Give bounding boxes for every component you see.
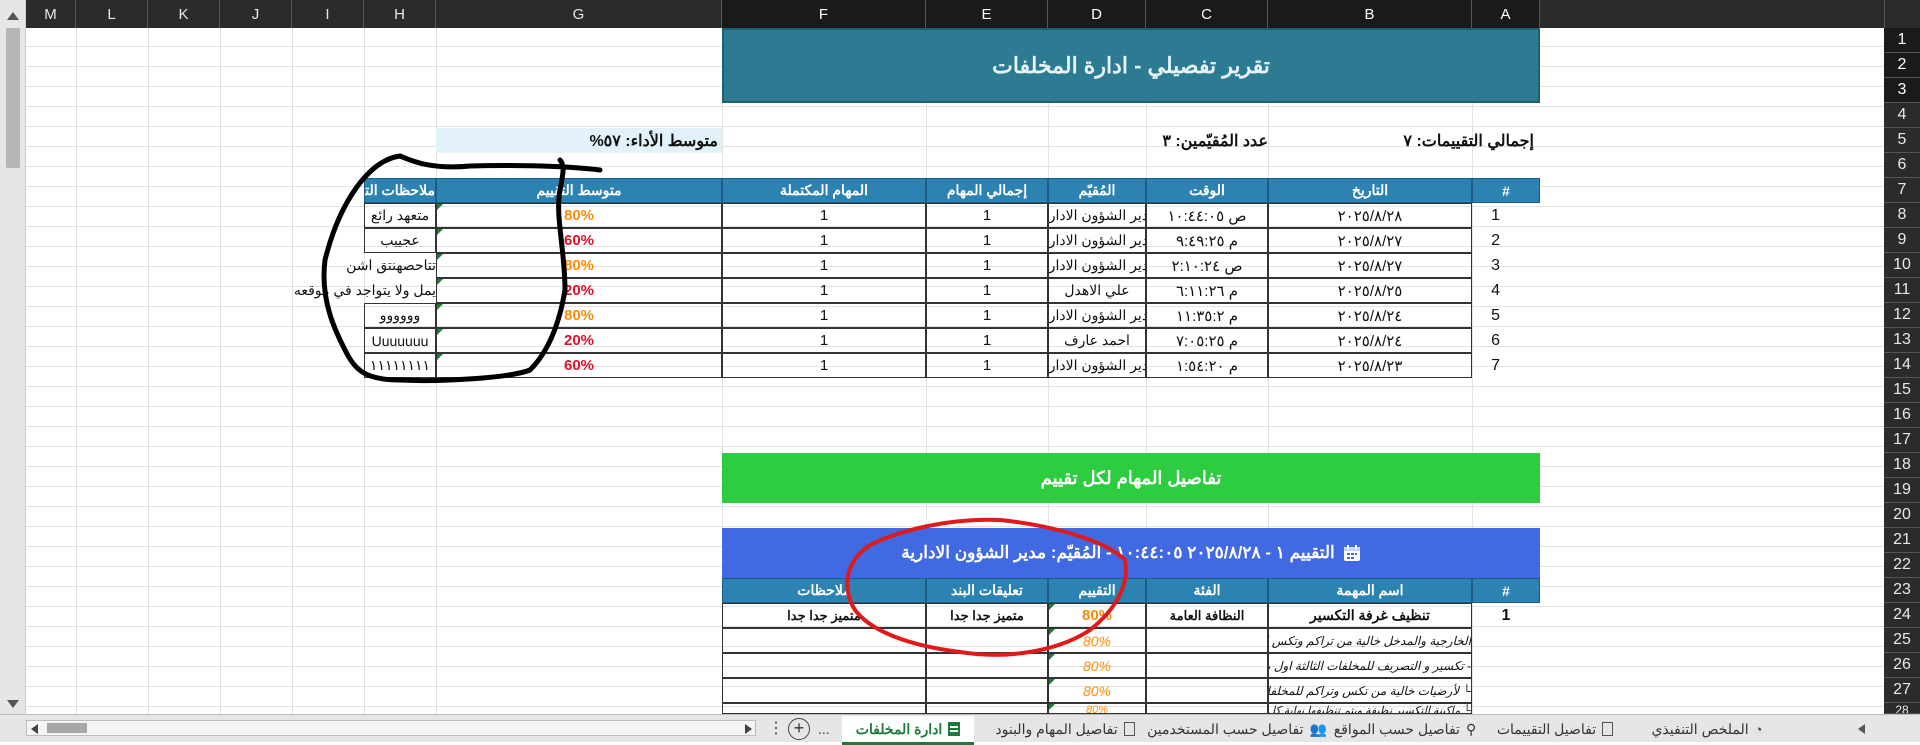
more-options-icon[interactable]: ⋮ — [768, 720, 784, 738]
horizontal-scrollbar[interactable] — [26, 720, 756, 736]
document-icon — [1123, 722, 1135, 736]
sheet-tab-label: الملخص التنفيذي — [1651, 720, 1749, 737]
sheet-tab-by-users[interactable]: تفاصيل حسب المستخدمين 👥 — [1147, 716, 1327, 742]
sheet-tab-active[interactable]: ادارة المخلفات — [842, 716, 974, 745]
scroll-left-arrow-icon[interactable] — [31, 724, 38, 734]
tabs-scroll-left-icon[interactable] — [1858, 724, 1865, 734]
add-sheet-button[interactable]: + — [788, 718, 810, 740]
tab-overflow-indicator[interactable]: ... — [818, 718, 838, 740]
sheet-tab-label: تفاصيل حسب المستخدمين — [1147, 720, 1304, 737]
sheet-tab-label: ادارة المخلفات — [855, 720, 943, 737]
gauge-icon: ◔ — [1754, 721, 1763, 737]
sheet-icon — [948, 722, 961, 736]
black-ink-circle — [321, 153, 603, 384]
sheet-tab-executive-summary[interactable]: الملخص التنفيذي ◔ — [1640, 716, 1774, 742]
users-icon: 👥 — [1309, 720, 1327, 737]
sheet-tab-label: تفاصيل حسب المواقع — [1333, 720, 1460, 737]
sheet-tab-label: تفاصيل المهام والبنود — [995, 720, 1118, 737]
horizontal-scroll-thumb[interactable] — [47, 723, 87, 733]
red-ink-circle — [845, 517, 1128, 657]
sheet-tab-by-locations[interactable]: تفاصيل حسب المواقع ⚲ — [1330, 716, 1480, 742]
scroll-right-arrow-icon[interactable] — [745, 724, 752, 734]
ink-annotations — [321, 153, 1128, 657]
document-icon — [1602, 722, 1614, 736]
sheet-tab-evaluations[interactable]: تفاصيل التقييمات — [1490, 716, 1620, 742]
sheet-tab-label: تفاصيل التقييمات — [1496, 720, 1597, 737]
location-icon: ⚲ — [1465, 720, 1477, 737]
sheet-tab-tasks-items[interactable]: تفاصيل المهام والبنود — [988, 716, 1142, 742]
